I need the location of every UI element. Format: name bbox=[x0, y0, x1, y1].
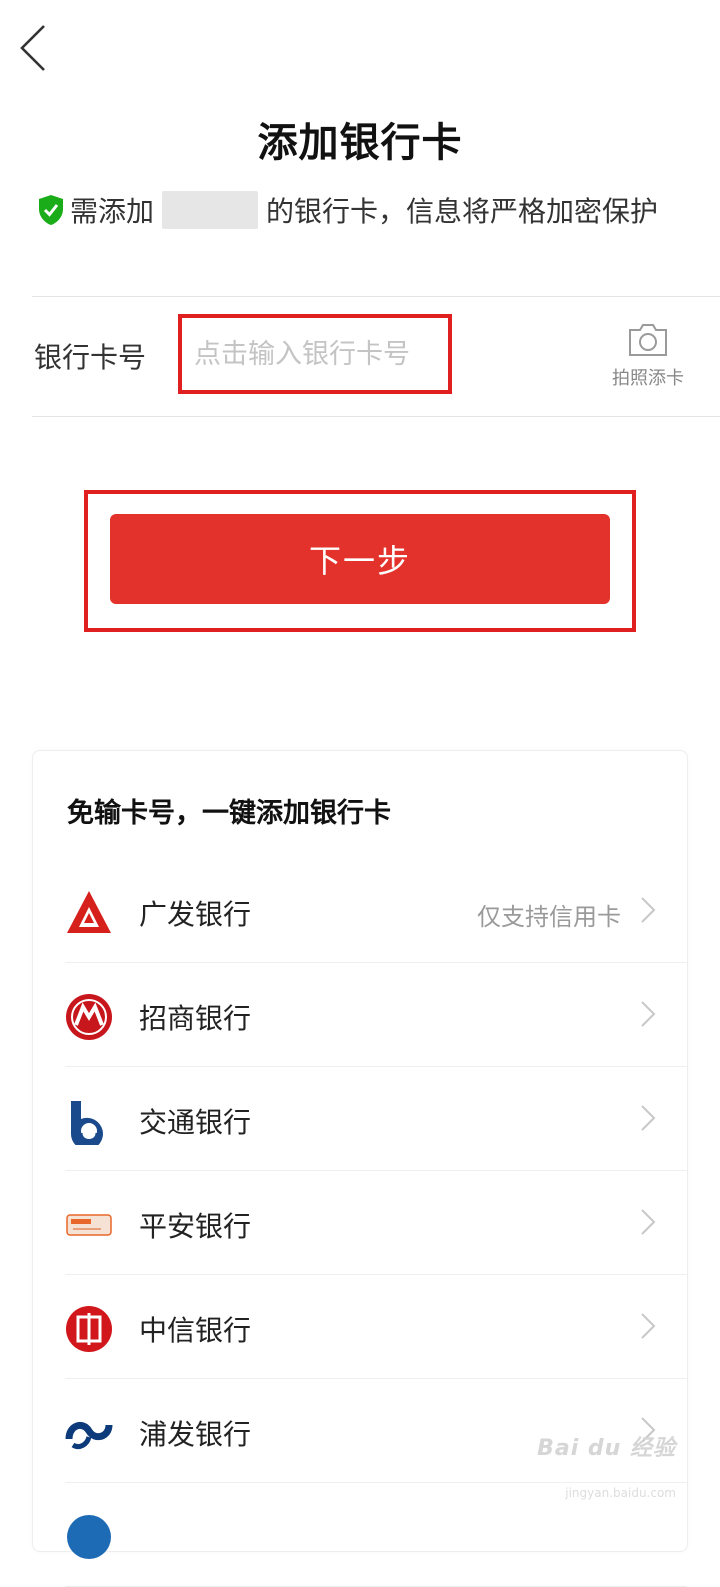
citic-logo-icon bbox=[65, 1305, 113, 1353]
bank-row-bocom[interactable]: 交通银行 bbox=[33, 1067, 687, 1171]
spdb-logo-icon bbox=[65, 1409, 113, 1457]
notice-suffix: 的银行卡，信息将严格加密保护 bbox=[266, 195, 659, 228]
next-step-button[interactable]: 下一步 bbox=[110, 514, 610, 604]
cgb-logo-icon bbox=[65, 889, 113, 937]
chevron-right-icon bbox=[641, 1313, 656, 1339]
bank-name: 交通银行 bbox=[139, 1106, 252, 1139]
bank-row-cmb[interactable]: 招商银行 bbox=[33, 963, 687, 1067]
divider bbox=[32, 416, 720, 417]
chevron-left-icon bbox=[20, 25, 45, 71]
bank-name: 平安银行 bbox=[139, 1210, 252, 1243]
bank-row-cgb[interactable]: 广发银行 仅支持信用卡 bbox=[33, 859, 687, 963]
bank-note: 仅支持信用卡 bbox=[477, 903, 621, 931]
page-title: 添加银行卡 bbox=[257, 120, 463, 166]
bank-name: 广发银行 bbox=[139, 898, 252, 931]
back-button[interactable] bbox=[14, 20, 54, 76]
bank-name: 招商银行 bbox=[139, 1002, 252, 1035]
shield-check-icon bbox=[39, 195, 63, 225]
photo-add-label: 拍照添卡 bbox=[612, 368, 684, 389]
camera-icon bbox=[629, 324, 667, 356]
chevron-right-icon bbox=[641, 1001, 656, 1027]
baidu-watermark: Bai du 经验 bbox=[537, 1436, 676, 1461]
chevron-right-icon bbox=[641, 1209, 656, 1235]
chevron-right-icon bbox=[641, 897, 656, 923]
card-number-input[interactable] bbox=[178, 314, 452, 394]
security-notice: 需添加 的银行卡，信息将严格加密保护 bbox=[36, 188, 658, 232]
notice-prefix: 需添加 bbox=[70, 195, 155, 228]
quick-add-title: 免输卡号，一键添加银行卡 bbox=[67, 798, 391, 829]
bank-row-citic[interactable]: 中信银行 bbox=[33, 1275, 687, 1379]
chevron-right-icon bbox=[641, 1105, 656, 1131]
bocom-logo-icon bbox=[65, 1097, 113, 1145]
card-number-label: 银行卡号 bbox=[34, 341, 147, 374]
bank-row-pingan[interactable]: 平安银行 bbox=[33, 1171, 687, 1275]
pingan-logo-icon bbox=[65, 1201, 113, 1249]
cmb-logo-icon bbox=[65, 993, 113, 1041]
photo-add-button[interactable]: 拍照添卡 bbox=[600, 322, 696, 390]
bank-logo-icon bbox=[65, 1513, 113, 1561]
masked-name bbox=[162, 191, 259, 229]
bank-name: 浦发银行 bbox=[139, 1418, 252, 1451]
baidu-watermark-url: jingyan.baidu.com bbox=[565, 1486, 676, 1500]
bank-list: 广发银行 仅支持信用卡 招商银行 交通银行 平安银行 中信银行 浦发银行 bbox=[33, 859, 687, 1587]
bank-name: 中信银行 bbox=[139, 1314, 252, 1347]
divider bbox=[32, 296, 720, 297]
